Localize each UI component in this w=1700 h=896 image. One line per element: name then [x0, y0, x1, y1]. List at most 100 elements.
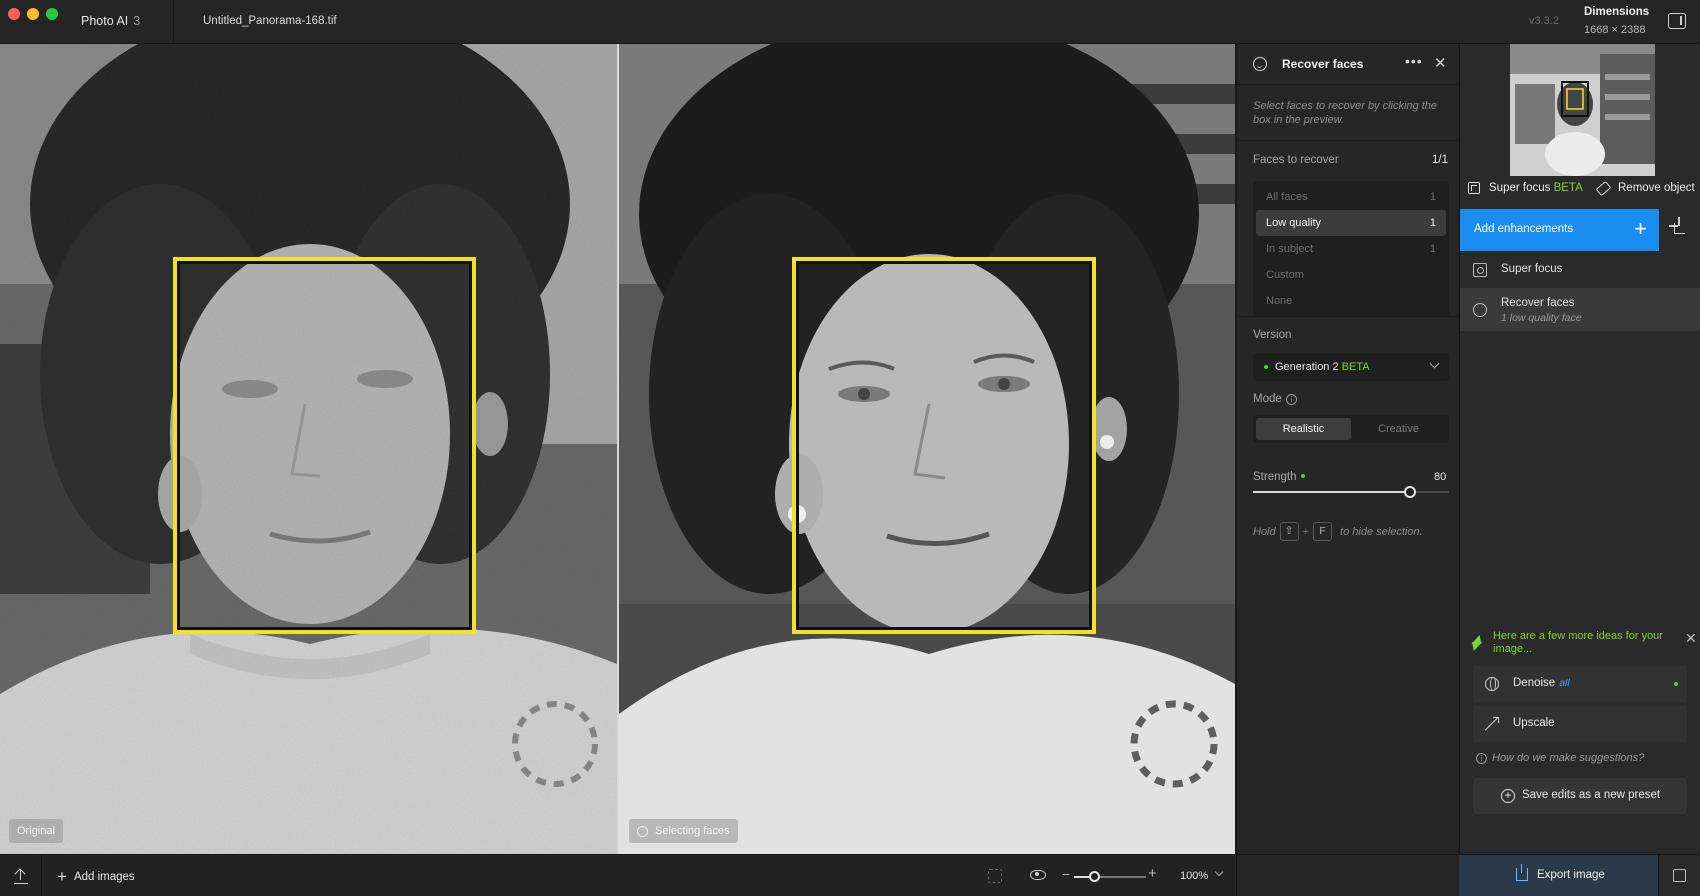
face-option-in-subject[interactable]: In subject 1	[1256, 236, 1446, 262]
plus-icon: +	[1634, 216, 1647, 241]
face-option-none[interactable]: None	[1256, 288, 1446, 314]
f-key-icon: F	[1313, 522, 1333, 541]
close-icon[interactable]: ✕	[1685, 630, 1697, 647]
face-icon	[1473, 303, 1487, 317]
close-icon[interactable]: ✕	[1434, 54, 1447, 72]
super-focus-icon	[1468, 182, 1480, 194]
eye-icon[interactable]	[1030, 870, 1046, 880]
titlebar-divider	[173, 0, 174, 44]
eraser-icon	[1595, 180, 1612, 196]
remove-object-tool[interactable]: Remove object	[1595, 180, 1695, 196]
version-dropdown[interactable]: Generation 2 BETA	[1253, 353, 1449, 381]
title-bar: Photo AI 3 Untitled_Panorama-168.tif v3.3…	[0, 0, 1700, 44]
zoom-out-button[interactable]: −	[1062, 866, 1070, 882]
strength-label: Strength	[1253, 471, 1306, 483]
strength-slider-fill	[1253, 491, 1410, 493]
lightning-icon	[1471, 635, 1485, 644]
chevron-down-icon[interactable]	[1214, 867, 1224, 877]
thumbnail-image	[1510, 44, 1655, 176]
face-filter-list: All faces 1 Low quality 1 In subject 1 Cust…	[1253, 181, 1449, 317]
hide-selection-hint: Hold ⇧ + F to hide selection.	[1253, 522, 1423, 541]
add-enhancements-button[interactable]: Add enhancements +	[1460, 209, 1659, 251]
app-title: Photo AI 3	[81, 14, 141, 28]
export-image-button[interactable]: Export image	[1459, 855, 1658, 896]
selecting-faces-tag: Selecting faces	[629, 819, 738, 843]
plus-icon: +	[57, 867, 67, 886]
face-detect-icon[interactable]	[988, 869, 1002, 883]
status-dot	[1301, 474, 1306, 478]
zoom-slider-handle[interactable]	[1089, 871, 1101, 882]
mode-creative-button[interactable]: Creative	[1351, 418, 1446, 440]
super-focus-tool[interactable]: Super focus BETA	[1468, 182, 1583, 194]
upload-icon[interactable]	[14, 868, 28, 883]
divider	[1237, 84, 1459, 85]
zoom-slider[interactable]	[1074, 871, 1146, 882]
face-icon	[637, 825, 648, 837]
enhancement-super-focus[interactable]: Super focus	[1460, 252, 1700, 288]
export-bar: Export image	[1459, 854, 1700, 896]
panel-header: Recover faces ••• ✕	[1237, 44, 1459, 84]
save-preset-button[interactable]: + Save edits as a new preset	[1473, 778, 1687, 814]
face-selection-box-processed[interactable]	[792, 257, 1096, 634]
build-version: v3.3.2	[1529, 15, 1559, 27]
file-name: Untitled_Panorama-168.tif	[203, 15, 337, 27]
suggestion-denoise[interactable]: Denoise all	[1473, 666, 1687, 702]
add-images-button[interactable]: + Add images	[57, 867, 135, 887]
super-focus-icon	[1473, 263, 1487, 277]
mode-realistic-button[interactable]: Realistic	[1256, 418, 1351, 440]
face-option-low-quality[interactable]: Low quality 1	[1256, 210, 1446, 236]
chevron-down-icon	[1429, 358, 1440, 369]
version-label: Version	[1253, 329, 1292, 341]
more-options-icon[interactable]: •••	[1405, 53, 1423, 69]
processed-preview[interactable]: Selecting faces	[619, 44, 1235, 854]
divider	[1237, 316, 1459, 317]
selection-hint: Select faces to recover by clicking the …	[1253, 100, 1438, 126]
strength-value: 80	[1434, 471, 1447, 483]
tool-row: Super focus BETA Remove object	[1460, 180, 1700, 204]
upload-icon-base	[14, 883, 28, 885]
face-option-custom[interactable]: Custom	[1256, 262, 1446, 288]
original-tag: Original	[9, 819, 63, 843]
settings-footer	[1236, 854, 1459, 896]
shift-key-icon: ⇧	[1279, 522, 1299, 541]
face-icon	[1253, 57, 1267, 71]
status-dot	[1264, 365, 1268, 369]
minimize-window-button[interactable]	[27, 8, 39, 20]
export-icon	[1516, 864, 1528, 881]
close-window-button[interactable]	[8, 8, 20, 20]
crop-icon	[1669, 217, 1685, 234]
recover-faces-panel: Recover faces ••• ✕ Select faces to reco…	[1236, 44, 1459, 854]
version-value: Generation 2 BETA	[1275, 361, 1370, 373]
info-icon: i	[1476, 753, 1487, 764]
divider	[1237, 140, 1459, 141]
strength-slider[interactable]	[1253, 486, 1449, 498]
crop-button[interactable]	[1659, 209, 1700, 251]
strength-slider-handle[interactable]	[1403, 486, 1416, 498]
zoom-window-button[interactable]	[46, 8, 58, 20]
share-button[interactable]	[1658, 855, 1700, 896]
suggestion-upscale[interactable]: Upscale	[1473, 706, 1687, 742]
faces-to-recover-label: Faces to recover	[1253, 154, 1339, 166]
navigator-thumbnail[interactable]	[1510, 44, 1655, 176]
denoise-icon	[1485, 677, 1499, 691]
enhancement-recover-faces[interactable]: Recover faces 1 low quality face	[1460, 288, 1700, 331]
how-suggestions-link[interactable]: How do we make suggestions?	[1492, 752, 1644, 764]
enhancements-panel: Super focus BETA Remove object Add enhan…	[1459, 44, 1700, 854]
zoom-in-button[interactable]: +	[1148, 865, 1157, 882]
zoom-level[interactable]: 100%	[1180, 870, 1208, 882]
dimensions-value: 1668 × 2388	[1584, 24, 1646, 36]
face-selection-box-original[interactable]	[173, 257, 476, 634]
divider	[41, 855, 42, 896]
status-dot	[1674, 682, 1678, 686]
suggestions-heading: Here are a few more ideas for your image…	[1493, 630, 1663, 655]
face-option-all[interactable]: All faces 1	[1256, 184, 1446, 210]
upscale-icon	[1485, 717, 1499, 731]
panel-title: Recover faces	[1282, 57, 1364, 71]
original-preview[interactable]: Original	[0, 44, 617, 854]
mode-toggle: Realistic Creative	[1253, 415, 1449, 443]
bottom-toolbar: + Add images − + 100%	[0, 854, 1236, 896]
panel-toggle-icon[interactable]	[1668, 13, 1686, 29]
share-icon	[1673, 869, 1686, 882]
plus-circle-icon: +	[1501, 789, 1515, 803]
info-icon[interactable]: i	[1285, 394, 1297, 405]
